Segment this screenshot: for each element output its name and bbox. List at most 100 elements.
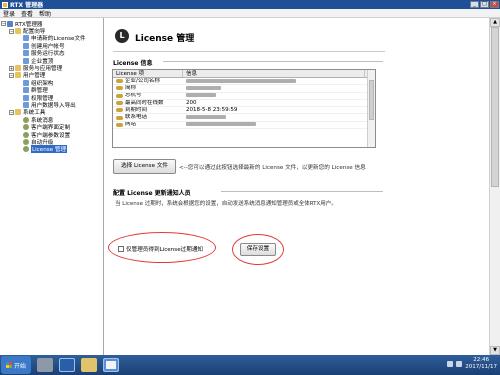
gear-icon xyxy=(23,146,29,153)
collapse-icon[interactable]: − xyxy=(1,21,6,27)
key-icon xyxy=(116,115,123,120)
license-item-cell: 联系电话 xyxy=(113,114,183,120)
license-item-label: 简称 xyxy=(125,85,137,91)
tree-item[interactable]: 用户数据导入导出 xyxy=(1,101,102,109)
menu-view[interactable]: 查看 xyxy=(21,9,33,18)
tree-item[interactable]: License 管理 xyxy=(1,145,102,154)
minimize-icon[interactable]: _ xyxy=(470,1,479,8)
item-icon xyxy=(23,87,29,94)
windows-flag-icon xyxy=(5,362,12,368)
main-scrollbar[interactable]: ▲ ▼ xyxy=(489,18,500,355)
license-item-cell: 最高同时在线数 xyxy=(113,100,183,106)
license-item-cell: 总机号 xyxy=(113,93,183,99)
tree-item[interactable]: 组织架构 xyxy=(1,79,102,87)
notify-section-rule xyxy=(221,191,383,192)
item-icon xyxy=(23,35,29,42)
annotation-circle-checkbox xyxy=(108,232,216,263)
gear-icon xyxy=(23,131,29,138)
table-row[interactable]: 到期时间 2018-5-8 23:59:59 xyxy=(113,107,375,115)
main-scroll-thumb[interactable] xyxy=(491,27,499,187)
gear-icon xyxy=(23,138,29,145)
key-icon xyxy=(116,108,123,113)
grid-scroll-thumb[interactable] xyxy=(369,80,374,120)
table-row[interactable]: 总机号 xyxy=(113,93,375,100)
license-item-cell: 简称 xyxy=(113,85,183,91)
file-explorer-icon[interactable] xyxy=(81,358,97,372)
folder-icon xyxy=(15,72,21,79)
table-row[interactable]: 联系电话 xyxy=(113,114,375,122)
redacted-value xyxy=(186,114,226,119)
taskbar: 开始 22:46 2017/11/17 xyxy=(0,355,500,375)
table-row[interactable]: 最高同时在线数 200 xyxy=(113,100,375,108)
annotation-circle-save xyxy=(232,234,284,265)
license-info-rule xyxy=(163,61,383,62)
gear-icon xyxy=(23,116,29,123)
grid-scrollbar[interactable] xyxy=(367,70,375,147)
start-button[interactable]: 开始 xyxy=(1,356,31,374)
close-icon[interactable]: × xyxy=(490,1,499,8)
expand-icon[interactable]: + xyxy=(9,65,14,71)
item-icon xyxy=(23,101,29,108)
item-icon xyxy=(23,79,29,86)
license-info-cell: 200 xyxy=(183,100,365,106)
table-row[interactable]: 企业/公司名称 xyxy=(113,78,375,86)
key-icon xyxy=(116,93,123,98)
tree-item[interactable]: − RTX管理器 xyxy=(1,20,102,28)
rtx-manager-taskbar-icon[interactable] xyxy=(103,358,119,372)
menu-login[interactable]: 登录 xyxy=(3,9,15,18)
root-icon xyxy=(7,20,13,27)
start-label: 开始 xyxy=(13,362,26,370)
gear-icon xyxy=(23,124,29,131)
license-item-label: 到期时间 xyxy=(125,107,148,113)
menu-bar: 登录 查看 帮助 xyxy=(0,9,500,18)
table-row[interactable]: 简称 xyxy=(113,85,375,93)
license-info-grid[interactable]: License 项 信息 企业/公司名称 简称 总机号 最高同时在线数 200 到期时间 2… xyxy=(112,69,376,148)
redacted-value xyxy=(186,122,256,127)
license-info-cell xyxy=(183,78,365,84)
select-license-file-button[interactable]: 选择 License 文件 xyxy=(113,159,176,174)
license-item-cell: 企业/公司名称 xyxy=(113,78,183,84)
navigation-tree: − RTX管理器 − 配置向导 申请新的License文件 创建用户帐号 服务运行状态 企业置… xyxy=(0,18,104,355)
key-icon xyxy=(116,101,123,106)
license-item-label: 企业/公司名称 xyxy=(125,78,160,84)
license-item-label: 最高同时在线数 xyxy=(125,99,164,106)
tree-item-label: License 管理 xyxy=(31,145,68,154)
collapse-icon[interactable]: − xyxy=(9,28,14,34)
select-license-hint: <--您可以通过此按钮选择最新的 License 文件，以更新您的 Licens… xyxy=(179,165,366,171)
server-manager-icon[interactable] xyxy=(37,358,53,372)
license-item-cell: 到期时间 xyxy=(113,107,183,113)
redacted-value xyxy=(186,78,296,83)
key-icon xyxy=(116,122,123,127)
powershell-icon[interactable] xyxy=(59,358,75,372)
tree-item[interactable]: + 服务与应用管理 xyxy=(1,64,102,72)
license-info-cell xyxy=(183,93,365,99)
rtx-app-icon xyxy=(2,1,8,8)
clock-time: 22:46 xyxy=(473,357,490,363)
maximize-icon[interactable]: □ xyxy=(480,1,489,8)
volume-icon[interactable] xyxy=(456,361,463,367)
menu-help[interactable]: 帮助 xyxy=(39,9,51,18)
column-header-info[interactable]: 信息 xyxy=(183,70,365,77)
folder-icon xyxy=(15,28,21,35)
scroll-down-icon[interactable]: ▼ xyxy=(490,346,500,355)
license-info-value: 2018-5-8 23:59:59 xyxy=(186,107,238,114)
license-item-label: 网站 xyxy=(125,121,137,128)
header-divider xyxy=(113,51,385,52)
collapse-icon[interactable]: − xyxy=(9,72,14,78)
window-controls: _ □ × xyxy=(470,1,499,8)
column-header-item[interactable]: License 项 xyxy=(113,70,183,77)
window-titlebar: RTX 管理器 _ □ × xyxy=(0,0,500,9)
folder-icon xyxy=(15,65,21,72)
license-item-label: 总机号 xyxy=(125,92,142,99)
notify-section-title: 配置 License 更新通知人员 xyxy=(113,190,191,197)
network-icon[interactable] xyxy=(447,361,454,367)
collapse-icon[interactable]: − xyxy=(9,109,14,115)
table-row[interactable]: 网站 xyxy=(113,121,375,130)
grid-header: License 项 信息 xyxy=(113,70,375,78)
license-info-cell xyxy=(183,85,365,91)
clock[interactable]: 22:46 2017/11/17 xyxy=(465,357,497,371)
redacted-value xyxy=(186,85,221,90)
folder-icon xyxy=(15,109,21,116)
scroll-up-icon[interactable]: ▲ xyxy=(490,18,500,27)
clock-date: 2017/11/17 xyxy=(465,364,497,370)
